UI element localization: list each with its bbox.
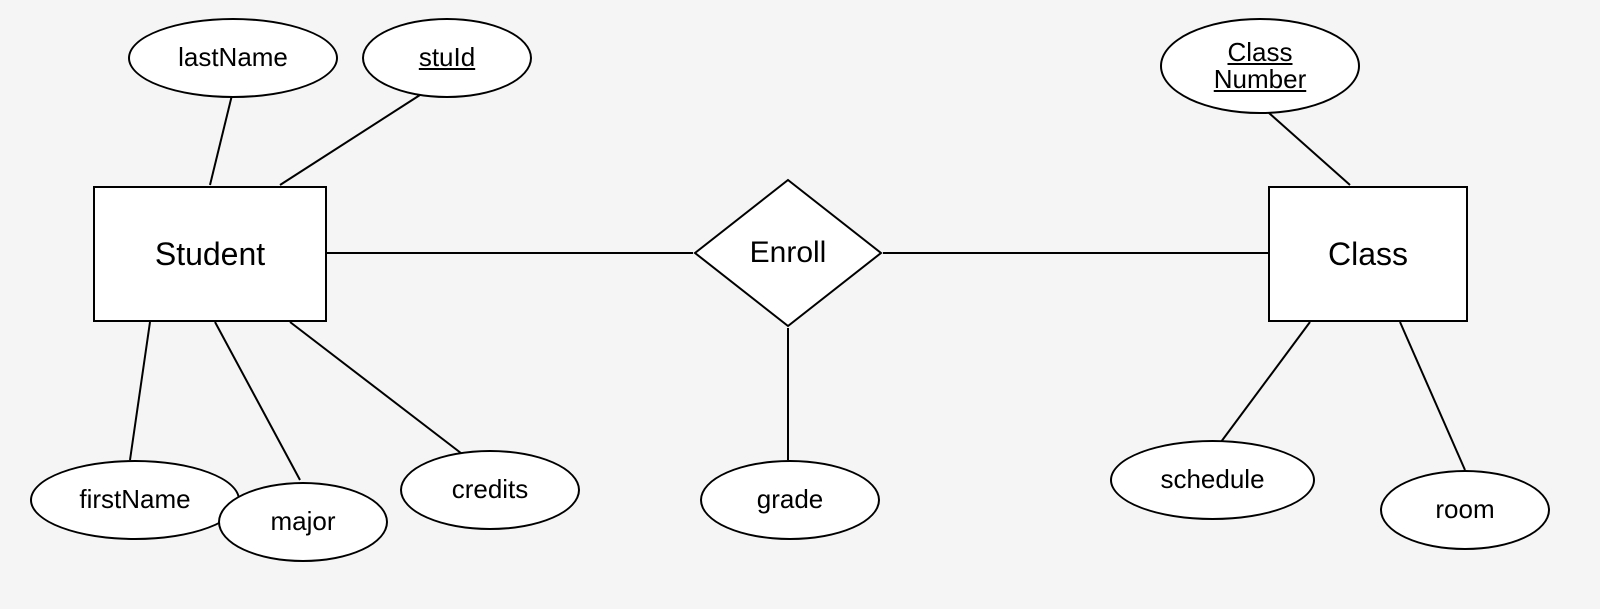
attr-room: room bbox=[1380, 470, 1550, 550]
attr-room-label: room bbox=[1435, 496, 1494, 523]
attr-firstname-label: firstName bbox=[79, 486, 190, 513]
attr-stuid-label: stuId bbox=[419, 44, 475, 71]
attr-schedule: schedule bbox=[1110, 440, 1315, 520]
entity-class-label: Class bbox=[1328, 236, 1408, 273]
attr-lastname: lastName bbox=[128, 18, 338, 98]
attr-grade-label: grade bbox=[757, 486, 824, 513]
attr-classnumber: Class Number bbox=[1160, 18, 1360, 114]
attr-credits-label: credits bbox=[452, 476, 529, 503]
relationship-enroll: Enroll bbox=[693, 178, 883, 328]
attr-classnumber-line1: Class bbox=[1227, 39, 1292, 66]
attr-major-label: major bbox=[270, 508, 335, 535]
relationship-enroll-label: Enroll bbox=[750, 236, 827, 270]
attr-firstname: firstName bbox=[30, 460, 240, 540]
entity-student: Student bbox=[93, 186, 327, 322]
entity-student-label: Student bbox=[155, 236, 265, 273]
entity-class: Class bbox=[1268, 186, 1468, 322]
attr-classnumber-line2: Number bbox=[1214, 66, 1306, 93]
attr-stuid: stuId bbox=[362, 18, 532, 98]
attr-grade: grade bbox=[700, 460, 880, 540]
attr-schedule-label: schedule bbox=[1160, 466, 1264, 493]
attr-lastname-label: lastName bbox=[178, 44, 288, 71]
attr-credits: credits bbox=[400, 450, 580, 530]
attr-major: major bbox=[218, 482, 388, 562]
